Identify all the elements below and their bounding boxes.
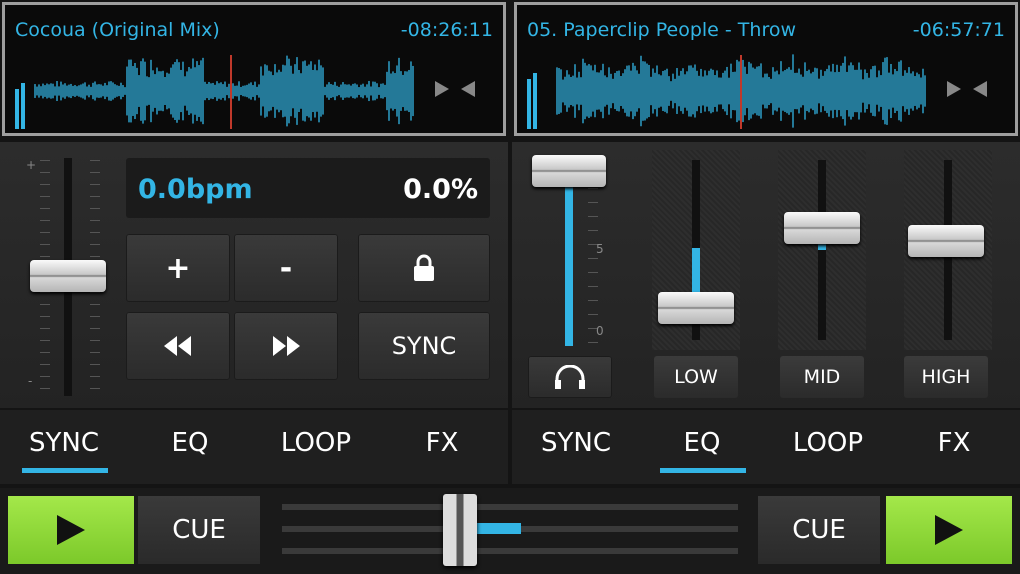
right-waveform[interactable] — [517, 45, 1015, 133]
right-cue-button[interactable]: CUE — [758, 496, 880, 564]
pitch-scale-plus: + — [26, 158, 37, 172]
left-level-meter-2 — [21, 83, 25, 129]
right-zoom-icon[interactable] — [947, 81, 987, 97]
fast-forward-button[interactable] — [234, 312, 338, 380]
lock-icon — [414, 254, 434, 281]
left-waveform-panel[interactable]: Cocoua (Original Mix) -08:26:11 — [2, 2, 506, 136]
eq-mid-handle[interactable] — [784, 212, 860, 245]
fast-forward-icon — [273, 336, 300, 356]
right-level-meter-2 — [533, 73, 537, 129]
right-level-meter-1 — [527, 79, 531, 129]
headphone-cue-button[interactable] — [528, 356, 612, 398]
right-tab-eq[interactable]: EQ — [652, 428, 752, 458]
right-play-icon — [935, 515, 963, 545]
left-level-meter-1 — [15, 89, 19, 129]
left-time-remaining: -08:26:11 — [400, 19, 493, 41]
lock-button[interactable] — [358, 234, 490, 302]
pitch-slider-handle[interactable] — [30, 260, 106, 292]
crossfader-fill — [476, 523, 521, 534]
headphones-icon — [555, 365, 585, 389]
right-waveform-panel[interactable]: 05. Paperclip People - Throw -06:57:71 — [514, 2, 1018, 136]
right-active-tab-indicator — [660, 468, 746, 473]
volume-fader-fill — [565, 171, 573, 346]
eq-mid-label[interactable]: MID — [780, 356, 864, 398]
right-play-button[interactable] — [886, 496, 1012, 564]
eq-low-fill — [692, 248, 700, 293]
pitch-percent: 0.0% — [403, 174, 478, 205]
volume-fader-scale — [548, 160, 598, 350]
left-tab-eq[interactable]: EQ — [140, 428, 240, 458]
left-cue-button[interactable]: CUE — [138, 496, 260, 564]
crossfader-handle[interactable] — [442, 494, 477, 566]
rewind-button[interactable] — [126, 312, 230, 380]
eq-low-label[interactable]: LOW — [654, 356, 738, 398]
pitch-minus-button[interactable]: - — [234, 234, 338, 302]
left-play-icon — [57, 515, 85, 545]
left-play-button[interactable] — [8, 496, 134, 564]
left-tab-loop[interactable]: LOOP — [266, 428, 366, 458]
crossfader-rail-bottom — [282, 548, 738, 554]
eq-mid-groove — [818, 160, 826, 340]
right-tab-fx[interactable]: FX — [904, 428, 1004, 458]
right-tab-loop[interactable]: LOOP — [778, 428, 878, 458]
bpm-value: 0.0bpm — [138, 174, 253, 205]
sync-button[interactable]: SYNC — [358, 312, 490, 380]
left-waveform-bars — [34, 55, 414, 127]
left-tab-sync[interactable]: SYNC — [14, 428, 114, 458]
left-track-title: Cocoua (Original Mix) — [15, 19, 220, 41]
crossfader[interactable] — [282, 494, 738, 566]
right-tab-sync[interactable]: SYNC — [526, 428, 626, 458]
volume-fader-handle[interactable] — [532, 155, 606, 188]
right-time-remaining: -06:57:71 — [912, 19, 1005, 41]
left-tab-fx[interactable]: FX — [392, 428, 492, 458]
pitch-plus-button[interactable]: + — [126, 234, 230, 302]
left-zoom-icon[interactable] — [435, 81, 475, 97]
volume-scale-0: 0 — [596, 324, 604, 338]
right-track-title: 05. Paperclip People - Throw — [527, 19, 797, 41]
eq-low-handle[interactable] — [658, 292, 734, 325]
left-waveform[interactable] — [5, 45, 503, 133]
volume-scale-5: 5 — [596, 242, 604, 256]
crossfader-rail-top — [282, 504, 738, 510]
eq-high-label[interactable]: HIGH — [904, 356, 988, 398]
pitch-scale-minus: - — [28, 374, 33, 388]
eq-high-handle[interactable] — [908, 225, 984, 257]
rewind-icon — [164, 336, 191, 356]
left-active-tab-indicator — [22, 468, 108, 473]
